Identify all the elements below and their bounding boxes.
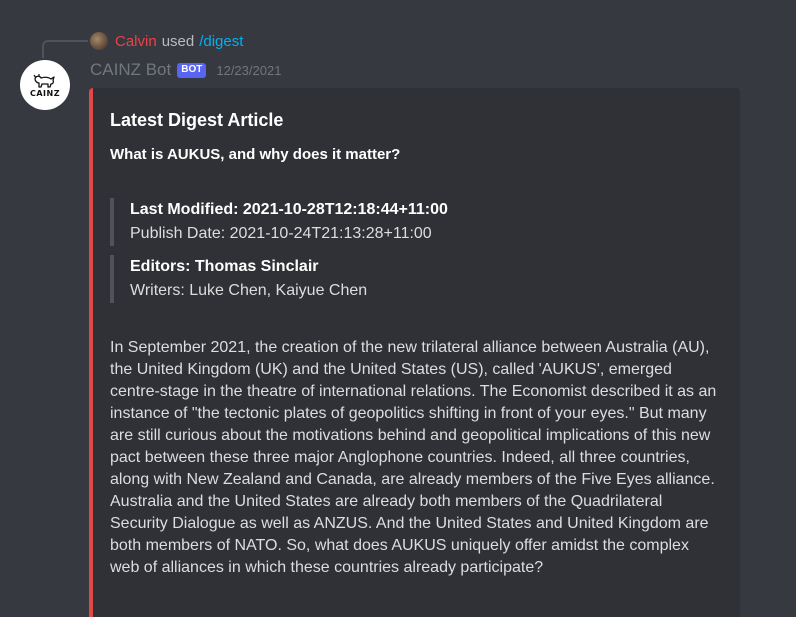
publish-date: Publish Date: 2021-10-24T21:13:28+11:00 — [130, 225, 432, 242]
message-timestamp[interactable]: 12/23/2021 — [216, 63, 281, 78]
replied-user-avatar[interactable] — [90, 32, 108, 50]
chat-message: Calvin used /digest CAINZ CAINZ Bot BOT … — [0, 0, 796, 617]
embed-title: Latest Digest Article — [110, 110, 284, 130]
bot-username[interactable]: CAINZ Bot — [90, 60, 171, 80]
bot-badge: BOT — [177, 62, 207, 78]
bull-logo-icon — [33, 74, 55, 88]
replied-username[interactable]: Calvin — [115, 33, 157, 50]
dates-quote-block: Last Modified: 2021-10-28T12:18:44+11:00… — [110, 198, 448, 246]
reply-used-text: used — [161, 32, 195, 50]
embed-card: Latest Digest Article What is AUKUS, and… — [89, 88, 740, 617]
reply-spine — [42, 40, 88, 58]
article-body: In September 2021, the creation of the n… — [110, 339, 717, 576]
avatar-logo-text: CAINZ — [29, 89, 61, 98]
article-title: What is AUKUS, and why does it matter? — [110, 146, 401, 163]
slash-command[interactable]: /digest — [199, 33, 243, 50]
last-modified: Last Modified: 2021-10-28T12:18:44+11:00 — [130, 201, 448, 218]
writers: Writers: Luke Chen, Kaiyue Chen — [130, 282, 368, 299]
embed-accent-bar — [89, 88, 93, 617]
reply-context[interactable]: Calvin used /digest — [90, 30, 243, 52]
editors: Editors: Thomas Sinclair — [130, 258, 319, 275]
credits-quote-block: Editors: Thomas Sinclair Writers: Luke C… — [110, 255, 367, 303]
message-header: CAINZ Bot BOT 12/23/2021 — [90, 59, 281, 81]
bot-avatar[interactable]: CAINZ — [20, 60, 70, 110]
